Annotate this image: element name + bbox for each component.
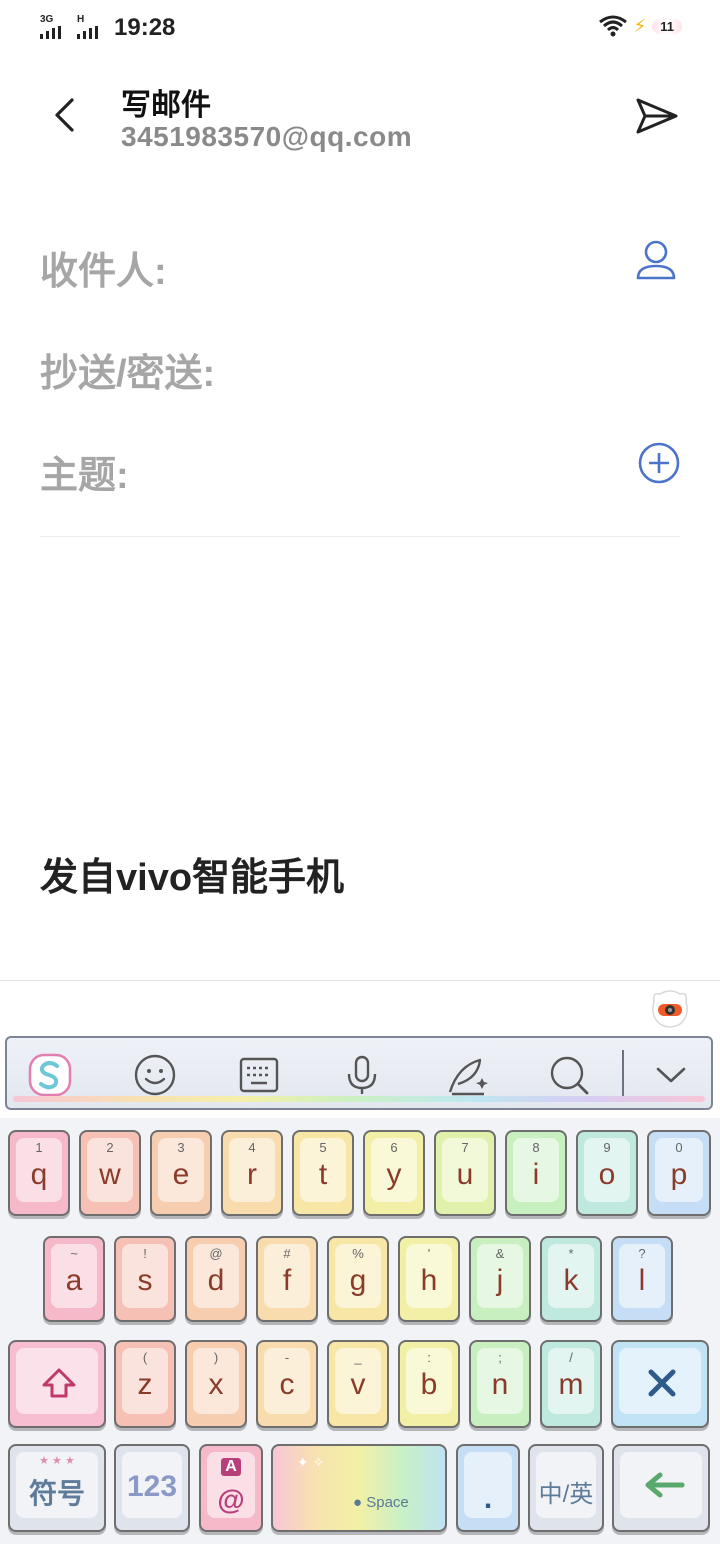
keyboard-toolbar	[5, 1036, 713, 1110]
status-bar: 3G H 19:28 ⚡ 11	[0, 0, 720, 58]
mascot-icon[interactable]	[648, 986, 692, 1030]
enter-arrow-icon	[645, 1472, 685, 1498]
at-key[interactable]: A @	[199, 1444, 263, 1532]
shift-key[interactable]	[8, 1340, 106, 1428]
key-f[interactable]: # f	[256, 1236, 318, 1322]
keyboard-top-border	[0, 980, 720, 981]
battery-level: 11	[652, 18, 682, 34]
microphone-icon[interactable]	[339, 1052, 385, 1098]
delete-x-icon	[648, 1369, 676, 1397]
key-n[interactable]: ; n	[469, 1340, 531, 1428]
period-key[interactable]: .	[456, 1444, 520, 1532]
collapse-chevron-icon[interactable]	[648, 1052, 694, 1098]
divider	[40, 536, 680, 537]
key-r[interactable]: 4r	[221, 1130, 283, 1216]
cc-bcc-field[interactable]: 抄送/密送:	[40, 342, 215, 397]
back-arrow-icon[interactable]	[42, 92, 88, 138]
key-q[interactable]: 1q	[8, 1130, 70, 1216]
space-key[interactable]: ✦ ✧ ● Space	[271, 1444, 447, 1532]
subject-field[interactable]: 主题:	[40, 444, 129, 499]
sparkle-decoration: ✦ ✧	[297, 1454, 325, 1470]
recipient-field[interactable]: 收件人:	[40, 240, 167, 295]
numbers-key[interactable]: 123	[114, 1444, 190, 1532]
toolbar-rainbow-strip	[13, 1096, 705, 1102]
space-label: ● Space	[353, 1494, 409, 1511]
stars-decoration: ★ ★ ★	[39, 1455, 75, 1467]
send-icon[interactable]	[632, 94, 680, 138]
network-type-2: H	[77, 14, 85, 25]
key-e[interactable]: 3e	[150, 1130, 212, 1216]
key-j[interactable]: & j	[469, 1236, 531, 1322]
key-m[interactable]: / m	[540, 1340, 602, 1428]
key-b[interactable]: :b	[398, 1340, 460, 1428]
toolbar-separator	[622, 1050, 624, 1098]
add-circle-icon[interactable]	[636, 440, 682, 486]
delete-key[interactable]	[611, 1340, 709, 1428]
key-a[interactable]: ~ a	[43, 1236, 105, 1322]
key-h[interactable]: ' h	[398, 1236, 460, 1322]
language-switch-key[interactable]: 中/英	[528, 1444, 604, 1532]
contact-person-icon[interactable]	[632, 238, 680, 282]
emoji-icon[interactable]	[132, 1052, 178, 1098]
handwriting-icon[interactable]	[444, 1052, 490, 1098]
search-icon[interactable]	[546, 1052, 592, 1098]
key-x[interactable]: ) x	[185, 1340, 247, 1428]
sender-account: 3451983570@qq.com	[121, 121, 413, 152]
charging-icon: ⚡	[633, 15, 647, 36]
mail-signature[interactable]: 发自vivo智能手机	[40, 846, 344, 901]
key-c[interactable]: -c	[256, 1340, 318, 1428]
key-y[interactable]: 6y	[363, 1130, 425, 1216]
key-t[interactable]: 5t	[292, 1130, 354, 1216]
key-d[interactable]: @ d	[185, 1236, 247, 1322]
key-z[interactable]: (z	[114, 1340, 176, 1428]
signal-icon	[40, 26, 61, 39]
key-p[interactable]: 0p	[647, 1130, 711, 1216]
key-s[interactable]: ! s	[114, 1236, 176, 1322]
mic-small-icon: ●	[353, 1494, 363, 1511]
key-l[interactable]: ? l	[611, 1236, 673, 1322]
key-o[interactable]: 9o	[576, 1130, 638, 1216]
wifi-icon	[598, 15, 627, 37]
key-w[interactable]: 2w	[79, 1130, 141, 1216]
key-k[interactable]: * k	[540, 1236, 602, 1322]
key-g[interactable]: % g	[327, 1236, 389, 1322]
signal-icon-2	[77, 26, 98, 39]
symbols-key[interactable]: ★ ★ ★ 符号	[8, 1444, 106, 1532]
key-v[interactable]: _ v	[327, 1340, 389, 1428]
key-u[interactable]: 7u	[434, 1130, 496, 1216]
sogou-logo-icon[interactable]	[27, 1052, 73, 1098]
shift-arrow-icon	[42, 1368, 76, 1398]
clock: 19:28	[114, 14, 176, 41]
enter-key[interactable]	[612, 1444, 710, 1532]
network-type-1: 3G	[40, 14, 54, 25]
page-title: 写邮件	[121, 89, 211, 122]
keyboard-icon[interactable]	[236, 1052, 282, 1098]
key-i[interactable]: 8i	[505, 1130, 567, 1216]
